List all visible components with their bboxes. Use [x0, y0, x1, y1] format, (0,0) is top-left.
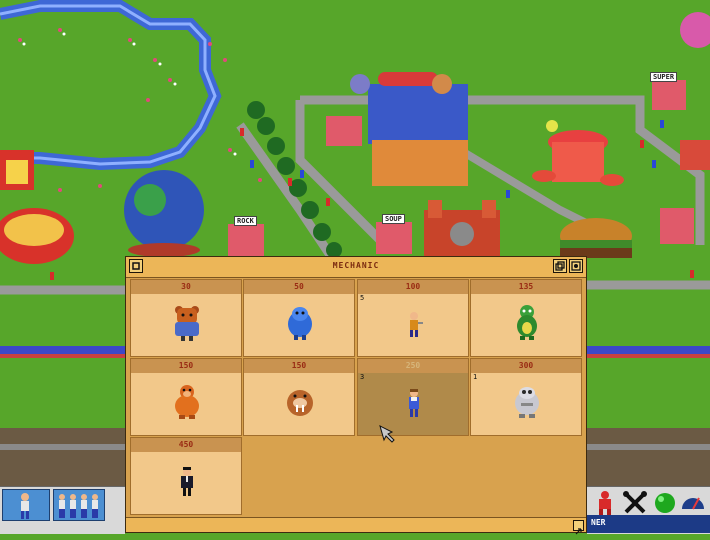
mechanic-slot-1[interactable]: 30 — [130, 279, 242, 357]
mechanic-slot-4[interactable]: 135 — [470, 279, 582, 357]
mechanic-count: 5 — [360, 294, 365, 302]
restore-window-icon[interactable] — [553, 259, 567, 273]
shop-sign-rock: ROCK — [234, 216, 257, 226]
status-strip: NER — [587, 515, 710, 533]
toolbar-left — [0, 486, 125, 534]
mechanic-slot-7-selected[interactable]: 250 3 — [357, 358, 469, 436]
mechanic-slot-9[interactable]: 450 — [130, 437, 242, 515]
speed-gauge-icon[interactable] — [679, 489, 707, 517]
green-status-icon[interactable] — [651, 489, 679, 517]
resize-grip-icon[interactable] — [573, 520, 584, 535]
window-title: MECHANIC — [332, 261, 380, 270]
mechanic-price: 150 — [131, 359, 241, 373]
mechanic-hire-window: MECHANIC 30 50 100 5 135 150 150 250 3 3… — [125, 256, 587, 535]
mechanic-count: 1 — [473, 373, 478, 381]
mechanic-grid: 30 50 100 5 135 150 150 250 3 300 1 450 — [130, 279, 584, 515]
mechanic-slot-3[interactable]: 100 5 — [357, 279, 469, 357]
status-text: NER — [591, 518, 606, 527]
mechanic-price: 150 — [244, 359, 354, 373]
mechanic-price: 100 — [358, 280, 468, 294]
tools-icon[interactable] — [621, 489, 649, 517]
mechanic-price: 300 — [471, 359, 581, 373]
mechanic-price: 50 — [244, 280, 354, 294]
shop-sign-soup: SOUP — [382, 214, 405, 224]
mechanic-count: 3 — [360, 373, 365, 381]
mechanic-price: 250 — [358, 359, 468, 373]
shop-sign-super: SUPER — [650, 72, 678, 82]
mechanic-price: 30 — [131, 280, 241, 294]
help-magnifier-icon[interactable] — [569, 259, 583, 273]
window-bottom-bar — [126, 517, 586, 535]
mechanic-slot-5[interactable]: 150 — [130, 358, 242, 436]
window-title-bar[interactable]: MECHANIC — [126, 257, 586, 278]
mechanic-slot-8[interactable]: 300 1 — [470, 358, 582, 436]
mechanic-price: 135 — [471, 280, 581, 294]
staff-icon[interactable] — [591, 489, 619, 517]
mechanic-slot-6[interactable]: 150 — [243, 358, 355, 436]
mechanic-slot-2[interactable]: 50 — [243, 279, 355, 357]
single-visitor-icon[interactable] — [2, 489, 50, 521]
visitor-group-icon[interactable] — [53, 489, 105, 521]
cursor-icon — [378, 424, 398, 448]
mechanic-price: 450 — [131, 438, 241, 452]
